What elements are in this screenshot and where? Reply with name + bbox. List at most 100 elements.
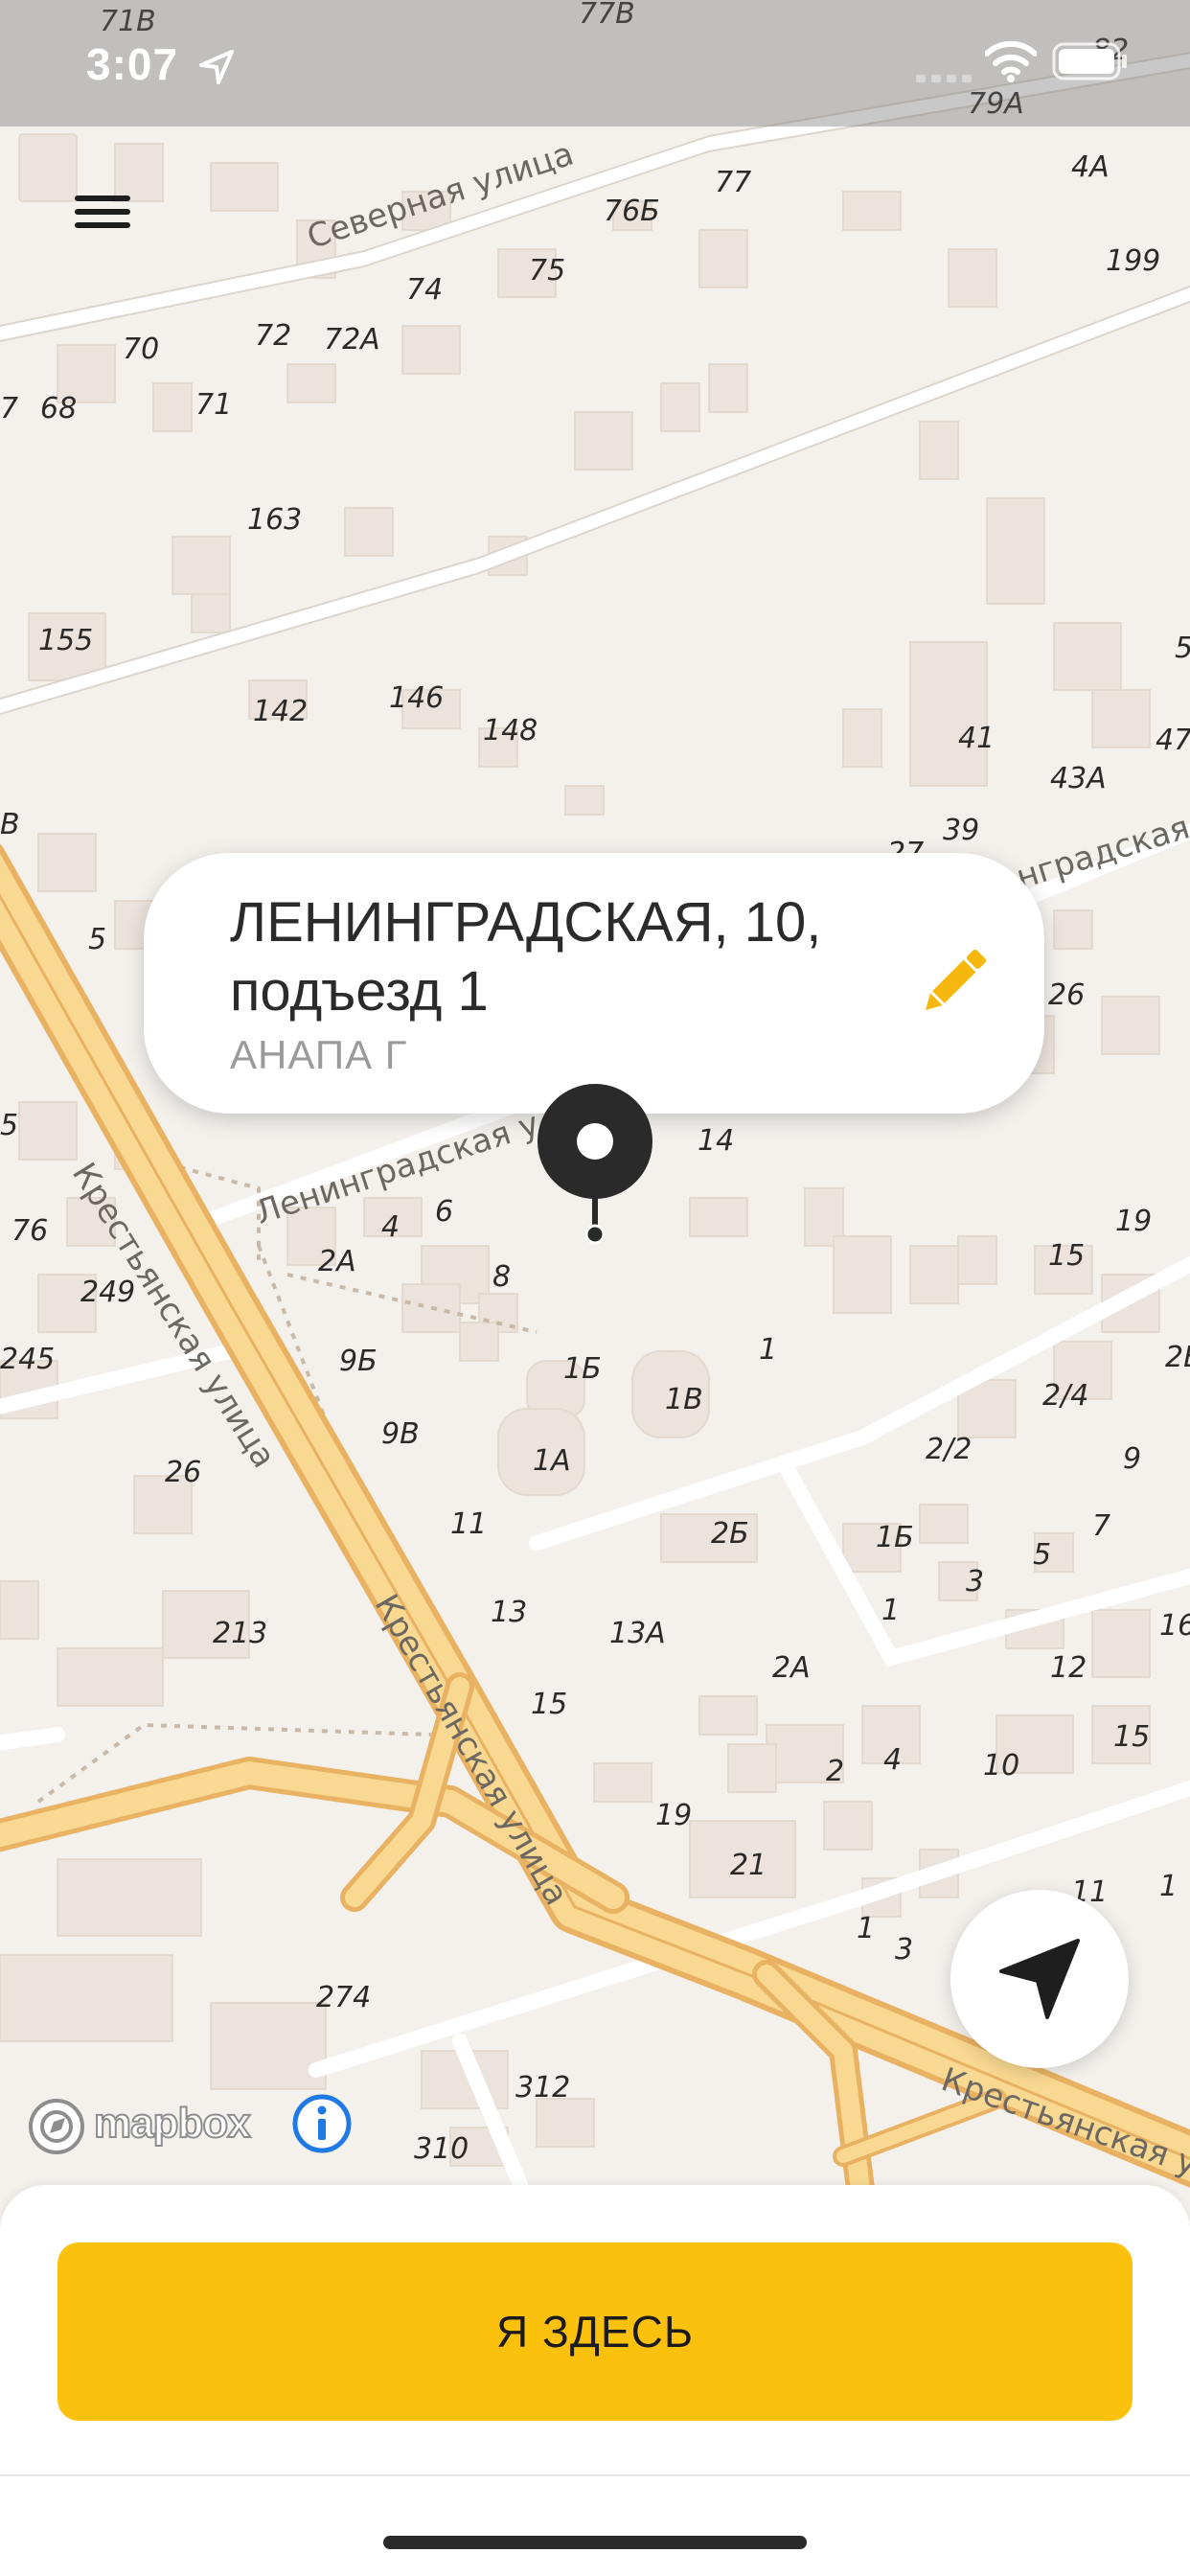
mapbox-attribution[interactable]: mapbox	[27, 2095, 276, 2154]
building-number: В	[0, 808, 20, 841]
building-number: 312	[515, 2071, 571, 2104]
sheet-divider	[0, 2474, 1190, 2476]
building-number: 76Б	[604, 195, 660, 228]
building-number: 213	[213, 1617, 268, 1650]
building-number: 26	[1048, 978, 1086, 1012]
building-number: 70	[123, 333, 160, 366]
address-street: ЛЕНИНГРАДСКАЯ, 10,	[230, 891, 822, 954]
building-number: 39	[943, 814, 980, 847]
building-number: 7	[1092, 1509, 1111, 1543]
menu-button[interactable]	[59, 172, 148, 249]
building-number: 41	[958, 722, 995, 755]
building-number: 1	[1159, 1870, 1179, 1903]
building-number: 5	[1033, 1538, 1052, 1572]
building-number: 9	[1123, 1442, 1142, 1476]
building-number: 2А	[318, 1245, 356, 1278]
building-number: 47	[1156, 724, 1190, 757]
building-number: 10	[983, 1749, 1020, 1782]
navigation-arrow-icon	[999, 1939, 1080, 2019]
building-number: 14	[698, 1124, 735, 1158]
building-number: 146	[389, 681, 445, 715]
building-number: 9Б	[339, 1345, 378, 1378]
mapbox-logo-icon	[29, 2099, 84, 2154]
building-number: 1	[857, 1912, 876, 1945]
building-number: 2/2	[926, 1433, 973, 1466]
building-number: 3	[966, 1565, 985, 1598]
building-number: 6	[435, 1195, 454, 1229]
building-number: 4	[883, 1743, 903, 1777]
building-number: 21	[730, 1849, 767, 1882]
building-number: 1А	[533, 1444, 571, 1478]
building-number: 1	[759, 1333, 778, 1367]
building-number: 11	[450, 1507, 488, 1541]
building-number: 15	[1113, 1720, 1151, 1754]
building-number: 2/4	[1042, 1379, 1089, 1413]
bottom-sheet: Я ЗДЕСЬ	[0, 2185, 1190, 2576]
building-number: 71	[195, 388, 233, 422]
building-number: 245	[0, 1343, 56, 1376]
locate-me-button[interactable]	[950, 1890, 1129, 2068]
building-number: 1	[881, 1594, 901, 1627]
building-number: 68	[40, 392, 78, 426]
building-number: 77	[715, 166, 752, 199]
building-number: 9В	[381, 1417, 420, 1451]
building-number: 8	[492, 1260, 512, 1294]
building-number: 13А	[609, 1617, 666, 1650]
wifi-icon	[985, 40, 1037, 82]
address-city: АНАПА Г	[230, 1032, 408, 1077]
edit-address-button[interactable]	[910, 939, 996, 1025]
building-number: 1Б	[876, 1521, 914, 1554]
building-number: 75	[529, 254, 566, 288]
building-number: 5	[0, 1109, 19, 1142]
building-number: 26	[165, 1456, 202, 1489]
location-arrow-icon	[199, 50, 234, 84]
app-screen: Северная улица Ленинградская у Крестьянс…	[0, 0, 1190, 2576]
building-number: 72	[255, 319, 292, 353]
building-number: 5	[88, 923, 107, 956]
building-number: 19	[655, 1799, 693, 1832]
building-number: 310	[414, 2132, 469, 2166]
building-number: 2Б	[711, 1517, 749, 1551]
building-number: 4	[381, 1210, 400, 1244]
info-icon	[292, 2094, 352, 2153]
building-number: 148	[483, 714, 538, 748]
building-number: 155	[38, 624, 94, 657]
pencil-icon	[926, 949, 987, 1010]
building-number: 72А	[324, 323, 380, 356]
building-number: 19	[1115, 1205, 1153, 1238]
building-number: 43А	[1050, 762, 1107, 795]
building-number: 163	[247, 503, 303, 537]
address-entrance: подъезд 1	[230, 960, 489, 1023]
mapbox-logo-text: mapbox	[93, 2100, 252, 2147]
building-number: 3	[895, 1933, 914, 1966]
building-number: 13	[491, 1596, 528, 1629]
home-indicator[interactable]	[383, 2536, 807, 2549]
map-pin-icon	[538, 1084, 652, 1245]
confirm-location-button[interactable]: Я ЗДЕСЬ	[57, 2242, 1133, 2421]
building-number: 2	[826, 1755, 845, 1788]
building-number: 249	[80, 1276, 136, 1309]
building-number: 7	[0, 392, 19, 426]
building-number: 1В	[665, 1383, 703, 1416]
map-pin[interactable]	[537, 1083, 653, 1246]
building-number: 76	[11, 1214, 49, 1248]
building-number: 199	[1106, 244, 1161, 278]
status-bar: 3:07	[0, 0, 1190, 126]
status-time: 3:07	[86, 39, 179, 89]
building-number: 2Б	[1165, 1341, 1190, 1374]
cellular-signal-icon	[916, 75, 972, 82]
building-number: 4А	[1071, 150, 1110, 184]
building-number: 15	[1048, 1239, 1086, 1273]
building-number: 5	[1175, 634, 1190, 663]
building-number: 74	[406, 273, 444, 307]
building-number: 16	[1159, 1609, 1190, 1643]
building-number: 12	[1050, 1651, 1087, 1685]
building-number: 142	[253, 695, 309, 728]
map-info-button[interactable]	[291, 2093, 353, 2154]
building-number: 15	[531, 1688, 568, 1721]
building-number: 274	[316, 1981, 372, 2014]
address-card[interactable]: ЛЕНИНГРАДСКАЯ, 10, подъезд 1 АНАПА Г	[144, 853, 1044, 1114]
building-number: 2А	[772, 1651, 811, 1685]
battery-icon	[1052, 42, 1127, 80]
building-number: 1Б	[563, 1352, 602, 1386]
